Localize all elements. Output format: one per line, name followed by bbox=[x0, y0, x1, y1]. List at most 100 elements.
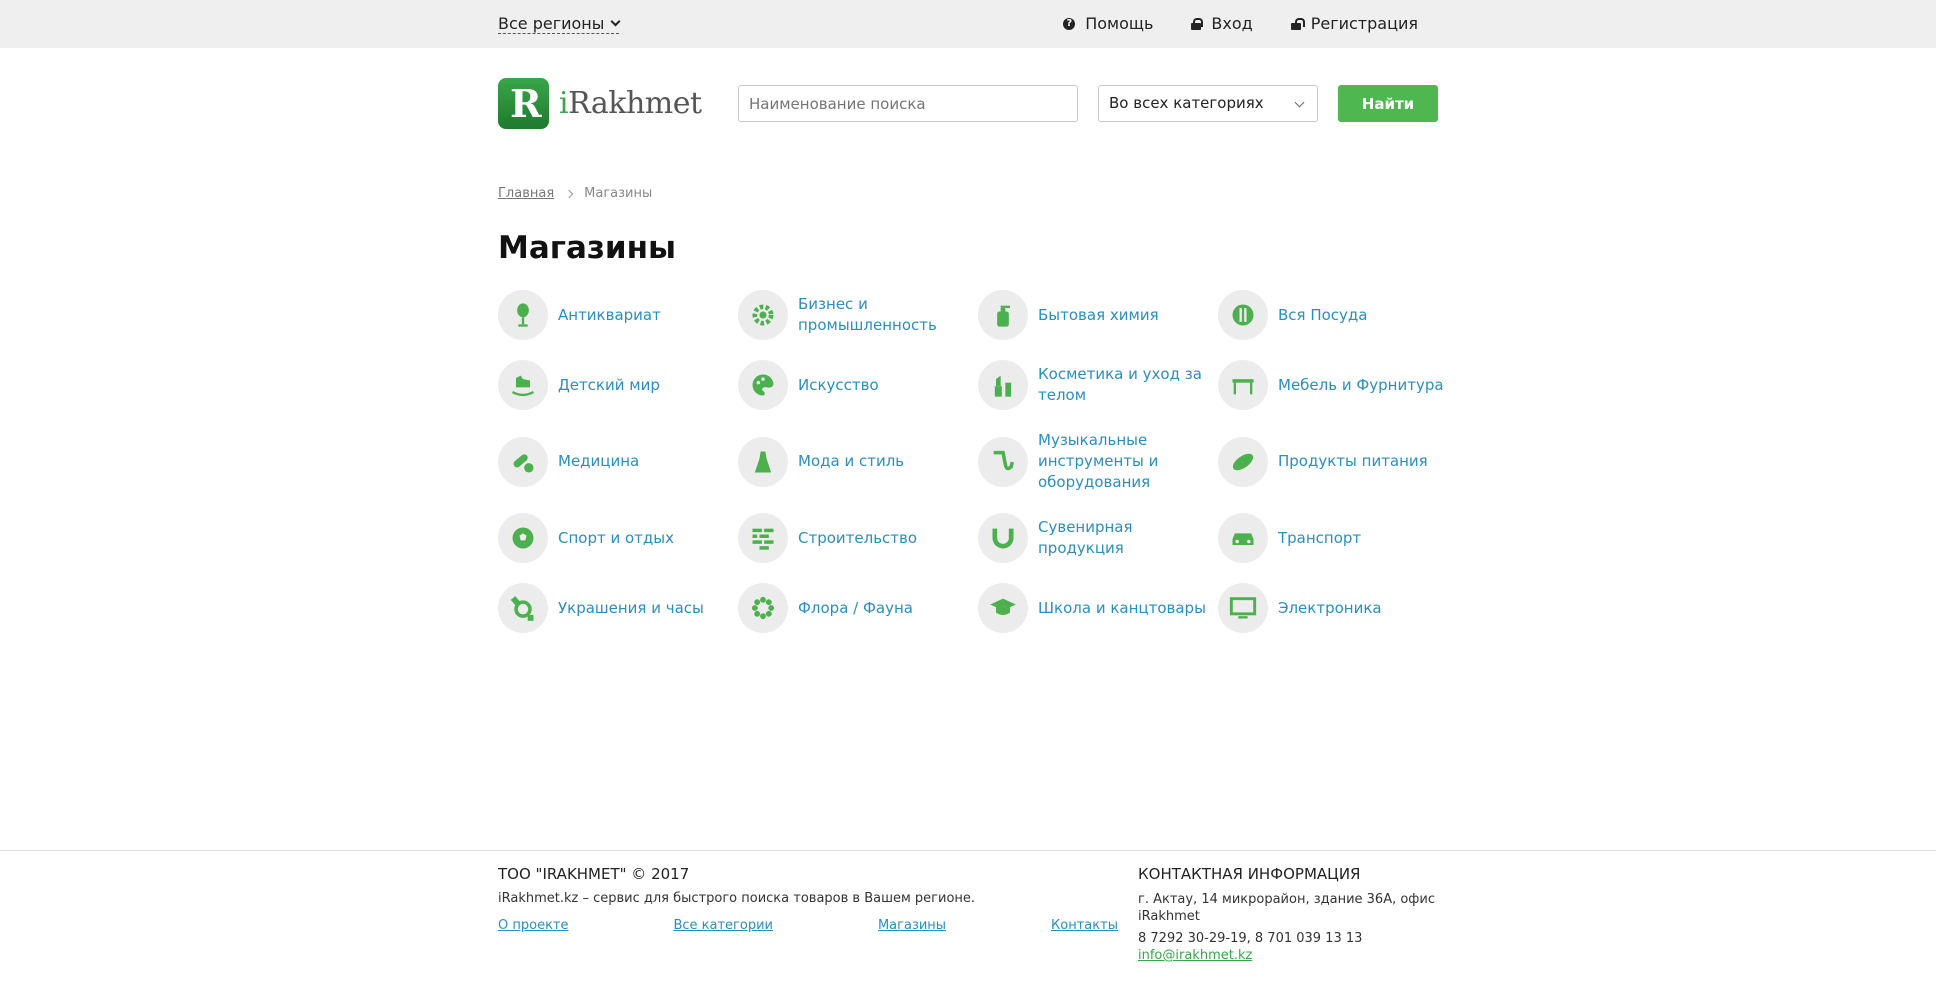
search-input[interactable] bbox=[738, 85, 1078, 122]
plate-cutlery-icon bbox=[1218, 290, 1268, 340]
category-item[interactable]: Мода и стиль bbox=[738, 430, 978, 493]
category-label: Косметика и уход за телом bbox=[1038, 365, 1202, 404]
category-item[interactable]: Бизнес и промышленность bbox=[738, 290, 978, 340]
chevron-right-icon bbox=[564, 189, 574, 198]
unlock-icon bbox=[1290, 17, 1305, 30]
category-item[interactable]: Электроника bbox=[1218, 583, 1458, 633]
category-item[interactable]: Вся Посуда bbox=[1218, 290, 1458, 340]
rocking-horse-icon bbox=[498, 360, 548, 410]
contacts-phones: 8 7292 30-29-19, 8 701 039 13 13 bbox=[1138, 931, 1363, 946]
category-label: Электроника bbox=[1278, 598, 1382, 617]
find-button[interactable]: Найти bbox=[1338, 85, 1438, 122]
region-label: Все регионы bbox=[498, 14, 605, 33]
bricks-icon bbox=[738, 513, 788, 563]
monitor-icon bbox=[1218, 583, 1268, 633]
table-icon bbox=[1218, 360, 1268, 410]
footer-left: ТОО "IRAKHMET" © 2017 iRakhmet.kz – серв… bbox=[498, 865, 1118, 933]
category-item[interactable]: Бытовая химия bbox=[978, 290, 1218, 340]
chevron-down-icon bbox=[610, 16, 621, 27]
category-item[interactable]: Строительство bbox=[738, 513, 978, 563]
footer-link-shops[interactable]: Магазины bbox=[878, 918, 946, 933]
footer-link-about[interactable]: О проекте bbox=[498, 918, 569, 933]
category-label: Мода и стиль bbox=[798, 452, 905, 470]
category-item[interactable]: Спорт и отдых bbox=[498, 513, 738, 563]
category-label: Антиквариат bbox=[558, 305, 661, 324]
category-item[interactable]: Флора / Фауна bbox=[738, 583, 978, 633]
region-selector[interactable]: Все регионы bbox=[498, 14, 621, 34]
contacts-heading: Контактная информация bbox=[1138, 865, 1361, 883]
category-item[interactable]: Школа и канцтовары bbox=[978, 583, 1218, 633]
lock-icon bbox=[1191, 17, 1204, 30]
footer-contacts: Контактная информация г. Актау, 14 микро… bbox=[1138, 865, 1438, 963]
category-item[interactable]: Косметика и уход за телом bbox=[978, 360, 1218, 410]
category-item[interactable]: Искусство bbox=[738, 360, 978, 410]
footer-link-categories[interactable]: Все категории bbox=[673, 918, 773, 933]
breadcrumb-home[interactable]: Главная bbox=[498, 186, 554, 201]
category-select[interactable]: Во всех категориях bbox=[1098, 85, 1318, 122]
category-label: Медицина bbox=[558, 452, 640, 470]
category-item[interactable]: Медицина bbox=[498, 430, 738, 493]
lipstick-icon bbox=[978, 360, 1028, 410]
gear-wrench-icon bbox=[738, 290, 788, 340]
category-label: Детский мир bbox=[558, 375, 660, 394]
register-label: Регистрация bbox=[1310, 14, 1418, 33]
pill-icon bbox=[498, 436, 548, 487]
footer-description: iRakhmet.kz – сервис для быстрого поиска… bbox=[498, 891, 976, 906]
logo[interactable]: R iRakhmet bbox=[498, 78, 702, 129]
register-link[interactable]: Регистрация bbox=[1290, 14, 1418, 33]
watch-icon bbox=[498, 583, 548, 633]
footer: ТОО "IRAKHMET" © 2017 iRakhmet.kz – серв… bbox=[0, 850, 1936, 983]
category-label: Спорт и отдых bbox=[558, 528, 675, 547]
car-icon bbox=[1218, 513, 1268, 563]
category-label: Школа и канцтовары bbox=[1038, 598, 1206, 617]
soccer-ball-icon bbox=[498, 513, 548, 563]
category-label: Мебель и Фурнитура bbox=[1278, 375, 1444, 394]
contacts-address: г. Актау, 14 микрорайон, здание 36А, офи… bbox=[1138, 892, 1436, 924]
category-label: Продукты питания bbox=[1278, 452, 1428, 470]
category-select-value: Во всех категориях bbox=[1109, 94, 1264, 112]
bread-icon bbox=[1218, 436, 1268, 487]
spray-bottle-icon bbox=[978, 290, 1028, 340]
category-item[interactable]: Продукты питания bbox=[1218, 430, 1458, 493]
chevron-down-icon bbox=[1294, 97, 1305, 108]
login-label: Вход bbox=[1211, 14, 1253, 33]
help-label: Помощь bbox=[1085, 14, 1154, 33]
category-item[interactable]: Сувенирная продукция bbox=[978, 513, 1218, 563]
category-label: Искусство bbox=[798, 375, 879, 394]
category-label: Строительство bbox=[798, 528, 918, 547]
category-item[interactable]: Транспорт bbox=[1218, 513, 1458, 563]
palette-icon bbox=[738, 360, 788, 410]
category-item[interactable]: Мебель и Фурнитура bbox=[1218, 360, 1458, 410]
top-links: ? Помощь Вход Регистрация bbox=[1063, 14, 1418, 33]
logo-text: iRakhmet bbox=[559, 86, 702, 121]
category-item[interactable]: Музыкальные инструменты и оборудования bbox=[978, 430, 1218, 493]
graduation-cap-icon bbox=[978, 583, 1028, 633]
horseshoe-icon bbox=[978, 513, 1028, 563]
header: R iRakhmet Во всех категориях Найти bbox=[0, 48, 1936, 168]
flower-icon bbox=[738, 583, 788, 633]
help-link[interactable]: ? Помощь bbox=[1063, 14, 1153, 33]
breadcrumb-current: Магазины bbox=[584, 186, 653, 201]
category-grid: Антиквариат Бизнес и промышленность Бытова… bbox=[498, 290, 1458, 633]
category-label: Музыкальные инструменты и оборудования bbox=[1038, 431, 1159, 491]
footer-links: О проекте Все категории Магазины Контакт… bbox=[498, 918, 1118, 933]
footer-link-contacts[interactable]: Контакты bbox=[1051, 918, 1118, 933]
category-label: Бизнес и промышленность bbox=[798, 295, 937, 334]
dress-icon bbox=[738, 436, 788, 487]
category-item[interactable]: Детский мир bbox=[498, 360, 738, 410]
category-label: Транспорт bbox=[1278, 528, 1362, 547]
page-title: Магазины bbox=[498, 230, 677, 266]
breadcrumb: Главная Магазины bbox=[498, 186, 652, 201]
category-label: Флора / Фауна bbox=[798, 598, 913, 617]
top-bar: Все регионы ? Помощь Вход Регистрация bbox=[0, 0, 1936, 48]
category-label: Сувенирная продукция bbox=[1038, 518, 1133, 557]
contacts-email[interactable]: info@irakhmet.kz bbox=[1138, 948, 1438, 963]
footer-company: ТОО "IRAKHMET" © 2017 bbox=[498, 865, 690, 883]
category-item[interactable]: Украшения и часы bbox=[498, 583, 738, 633]
login-link[interactable]: Вход bbox=[1191, 14, 1253, 33]
category-item[interactable]: Антиквариат bbox=[498, 290, 738, 340]
category-label: Украшения и часы bbox=[558, 598, 704, 617]
gramophone-icon bbox=[498, 290, 548, 340]
category-label: Вся Посуда bbox=[1278, 305, 1368, 324]
saxophone-icon bbox=[978, 436, 1028, 487]
